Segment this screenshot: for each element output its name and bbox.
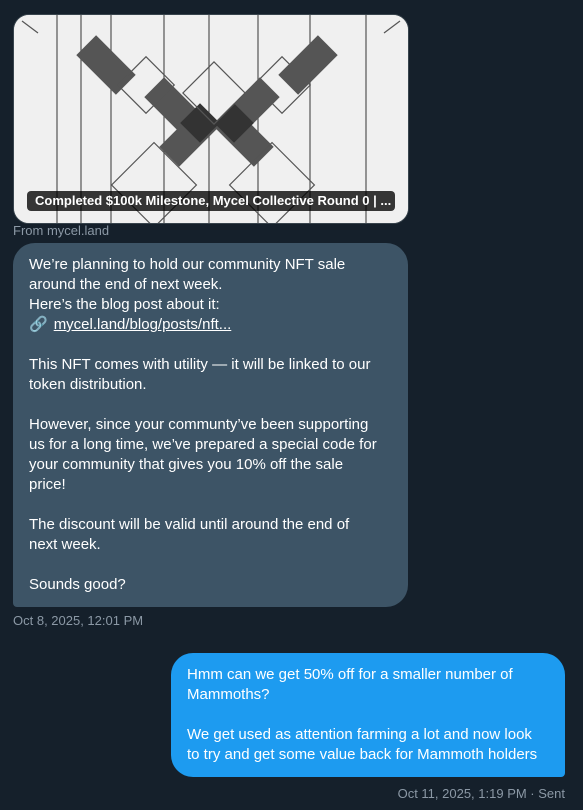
- link-source: From mycel.land: [13, 223, 110, 238]
- link-card-title[interactable]: Completed $100k Milestone, Mycel Collect…: [27, 191, 395, 211]
- message-text: Hmm can we get 50% off for a smaller num…: [187, 666, 513, 683]
- message-text: Mammoths?: [187, 686, 270, 703]
- message-text: We’re planning to hold our community NFT…: [29, 256, 346, 273]
- link-icon: 🔗: [29, 316, 48, 333]
- message-text: to try and get some value back for Mammo…: [187, 746, 538, 763]
- link-preview-card[interactable]: Completed $100k Milestone, Mycel Collect…: [13, 14, 409, 224]
- message-text: However, since your communty’ve been sup…: [29, 416, 369, 433]
- message-text: We get used as attention farming a lot a…: [187, 726, 532, 743]
- message-text: price!: [29, 476, 66, 493]
- outgoing-timestamp: Oct 11, 2025, 1:19 PM · Sent: [397, 786, 565, 801]
- message-text: your community that gives you 10% off th…: [29, 456, 344, 473]
- message-text: This NFT comes with utility — it will be…: [29, 356, 371, 373]
- message-text: The discount will be valid until around …: [29, 516, 350, 533]
- outgoing-message-bubble: Hmm can we get 50% off for a smaller num…: [171, 653, 565, 777]
- message-text: Sounds good?: [29, 576, 126, 593]
- message-text: Here’s the blog post about it:: [29, 296, 220, 313]
- message-text: next week.: [29, 536, 101, 553]
- blog-post-link[interactable]: mycel.land/blog/posts/nft...: [54, 315, 232, 335]
- message-link-line: 🔗 mycel.land/blog/posts/nft...: [29, 315, 392, 335]
- message-text: us for a long time, we’ve prepared a spe…: [29, 436, 377, 453]
- dm-thread: Completed $100k Milestone, Mycel Collect…: [0, 0, 583, 810]
- message-text: around the end of next week.: [29, 276, 223, 293]
- message-text: token distribution.: [29, 376, 147, 393]
- incoming-timestamp: Oct 8, 2025, 12:01 PM: [13, 613, 144, 628]
- incoming-message-bubble: We’re planning to hold our community NFT…: [13, 243, 408, 607]
